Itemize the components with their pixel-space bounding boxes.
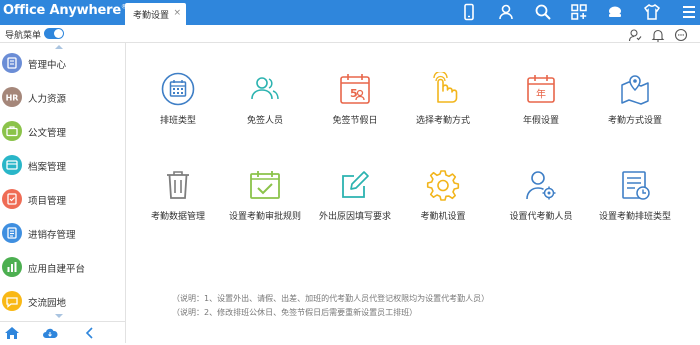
card-shift-type-settings[interactable]: 设置考勤排班类型 [587, 168, 683, 238]
card-method-settings[interactable]: 考勤方式设置 [587, 72, 683, 142]
mobile-icon[interactable] [460, 3, 478, 21]
card-label: 设置考勤排班类型 [598, 212, 671, 222]
users-icon [248, 72, 282, 106]
card-outing-reason[interactable]: 外出原因填写要求 [307, 168, 403, 238]
card-label: 年假设置 [522, 116, 559, 126]
bar-chart-icon [2, 257, 22, 277]
briefcase-icon [2, 121, 22, 141]
menu-icon[interactable] [680, 3, 698, 21]
card-select-method[interactable]: 选择考勤方式 [395, 70, 491, 142]
card-annual-leave[interactable]: 年 年假设置 [493, 72, 589, 142]
sub-bar: 导航菜单 [0, 25, 700, 43]
gear-icon [426, 168, 460, 202]
note-line: （说明：1、设置外出、请假、出差、加班的代考勤人员代登记权限均为设置代考勤人员） [172, 294, 490, 303]
sidebar-item-inventory[interactable]: 进销存管理 [0, 217, 125, 251]
sidebar-item-label: 项目管理 [28, 196, 67, 207]
management-center-icon [2, 53, 22, 73]
card-label: 考勤数据管理 [150, 212, 205, 222]
card-approval-rules[interactable]: 设置考勤审批规则 [217, 168, 313, 238]
sidebar-scroll-down-icon[interactable] [55, 314, 63, 318]
community-icon [2, 291, 22, 311]
annual-calendar-icon: 年 [524, 72, 558, 106]
hr-icon: HR [2, 87, 22, 107]
project-icon [2, 189, 22, 209]
apps-icon[interactable] [570, 3, 588, 21]
card-label: 考勤机设置 [420, 212, 466, 222]
sidebar-item-label: 进销存管理 [28, 230, 76, 241]
card-shift-types[interactable]: 排班类型 [130, 72, 226, 142]
card-label: 考勤方式设置 [607, 116, 662, 126]
calendar-grid-icon [161, 72, 195, 106]
collapse-icon[interactable] [82, 325, 98, 341]
svg-text:HR: HR [6, 94, 19, 103]
sidebar-item-archive[interactable]: 档案管理 [0, 149, 125, 183]
sidebar-item-label: 档案管理 [28, 162, 67, 173]
note-line: （说明：2、修改排班公休日、免签节假日后需要重新设置员工排班） [172, 308, 418, 317]
top-bar: Office Anywhere® 考勤设置 × [0, 0, 700, 25]
cloud-icon[interactable] [42, 325, 58, 341]
card-label: 设置考勤审批规则 [228, 212, 301, 222]
contacts-icon[interactable] [628, 27, 642, 42]
tab-label: 考勤设置 [133, 11, 170, 21]
bell-icon[interactable] [651, 27, 665, 42]
card-exempt-holidays[interactable]: 5 免签节假日 [307, 72, 403, 142]
card-machine-settings[interactable]: 考勤机设置 [395, 168, 491, 238]
hand-pointer-icon [426, 70, 460, 106]
calendar-check-icon [248, 168, 282, 202]
sidebar-item-label: 公文管理 [28, 128, 67, 139]
sidebar-item-label: 人力资源 [28, 94, 67, 105]
sidebar-item-label: 应用自建平台 [28, 264, 86, 275]
user-icon[interactable] [497, 3, 515, 21]
sidebar-item-label: 交流园地 [28, 298, 67, 309]
chat-icon[interactable] [674, 27, 688, 42]
svg-text:年: 年 [536, 88, 546, 101]
card-attendance-data[interactable]: 考勤数据管理 [130, 168, 226, 238]
skin-icon[interactable] [606, 3, 624, 21]
sidebar-item-hr[interactable]: HR 人力资源 [0, 81, 125, 115]
card-label: 外出原因填写要求 [318, 212, 391, 222]
sidebar-item-management-center[interactable]: 管理中心 [0, 47, 125, 81]
nav-menu-toggle[interactable] [44, 28, 64, 39]
holiday-icon: 5 [338, 72, 372, 106]
app-logo[interactable]: Office Anywhere® [3, 3, 127, 18]
sidebar-item-app-platform[interactable]: 应用自建平台 [0, 251, 125, 285]
card-label: 免签节假日 [332, 116, 378, 126]
sidebar: 管理中心 HR 人力资源 公文管理 档案管理 项目管理 进销存管理 应用自建平台… [0, 43, 126, 343]
trash-icon [161, 168, 195, 202]
archive-icon [2, 155, 22, 175]
card-label: 选择考勤方式 [415, 116, 470, 126]
notes: （说明：1、设置外出、请假、出差、加班的代考勤人员代登记权限均为设置代考勤人员）… [172, 292, 489, 320]
card-label: 免签人员 [246, 116, 283, 126]
edit-icon [338, 168, 372, 202]
map-pin-icon [618, 72, 652, 106]
tab-close-icon[interactable]: × [173, 8, 181, 18]
sidebar-item-project[interactable]: 项目管理 [0, 183, 125, 217]
main-content: 排班类型 免签人员 5 免签节假日 选择考勤方式 年 年假设置 考勤方式设置 考… [127, 44, 700, 343]
search-icon[interactable] [534, 3, 552, 21]
inventory-icon [2, 223, 22, 243]
user-gear-icon [524, 168, 558, 202]
sidebar-item-document[interactable]: 公文管理 [0, 115, 125, 149]
sidebar-item-label: 管理中心 [28, 60, 67, 71]
sidebar-footer [0, 321, 125, 343]
home-icon[interactable] [4, 325, 20, 341]
nav-menu-label: 导航菜单 [5, 31, 42, 41]
card-label: 设置代考勤人员 [509, 212, 573, 222]
card-label: 排班类型 [159, 116, 196, 126]
card-exempt-staff[interactable]: 免签人员 [217, 72, 313, 142]
shirt-icon[interactable] [643, 3, 661, 21]
list-calendar-icon [618, 168, 652, 202]
card-proxy-staff[interactable]: 设置代考勤人员 [493, 168, 589, 238]
tab-attendance-settings[interactable]: 考勤设置 × [125, 3, 186, 25]
